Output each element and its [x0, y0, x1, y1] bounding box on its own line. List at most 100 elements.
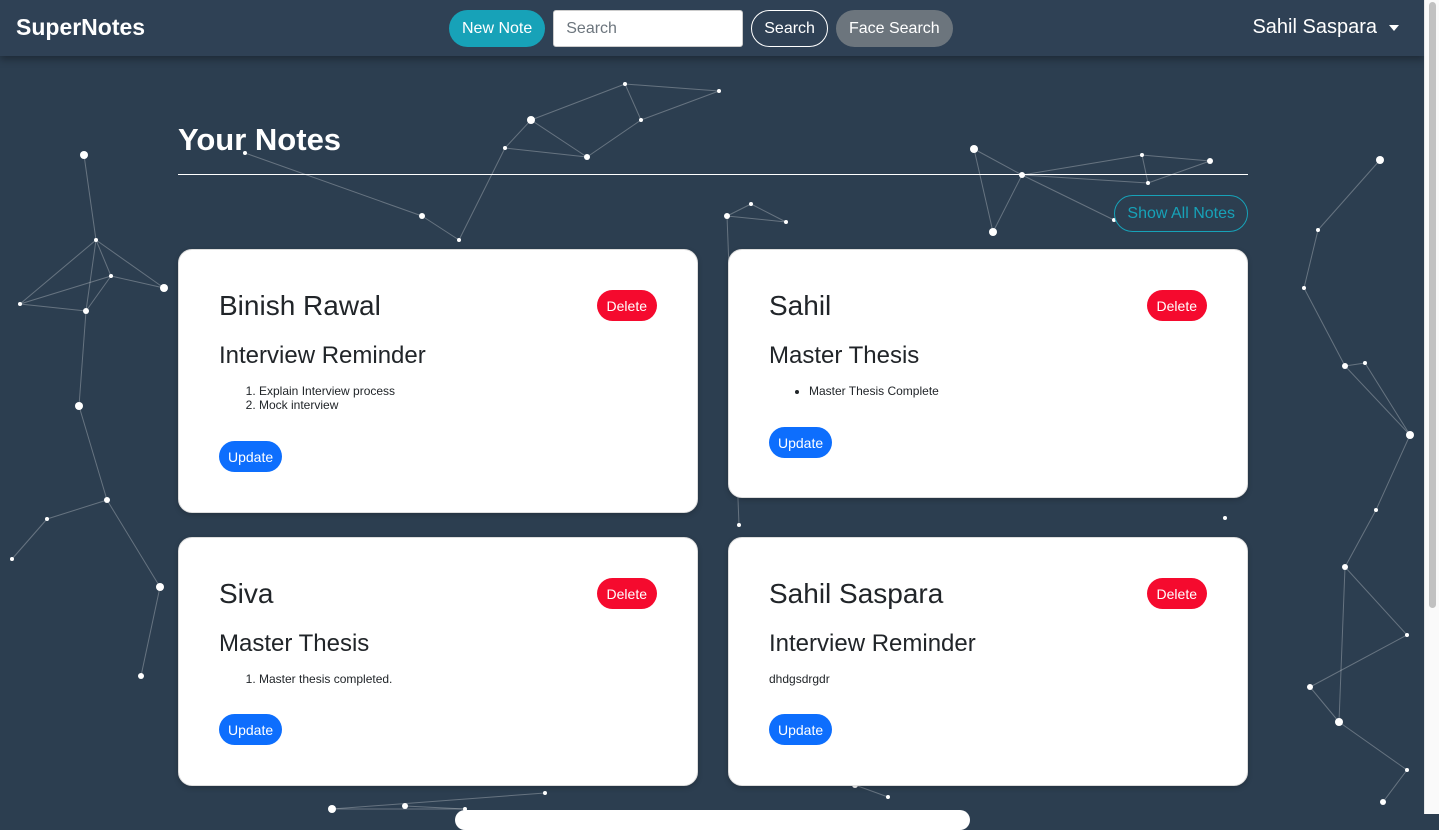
scrollbar[interactable]	[1424, 0, 1439, 814]
update-button[interactable]: Update	[769, 427, 833, 458]
network-line	[1344, 365, 1411, 436]
network-node	[138, 673, 144, 679]
update-button[interactable]: Update	[219, 441, 283, 472]
network-node	[543, 791, 547, 795]
network-node	[1374, 508, 1378, 512]
network-node	[784, 220, 788, 224]
delete-button[interactable]: Delete	[596, 290, 657, 321]
network-node	[527, 116, 535, 124]
network-line	[85, 239, 97, 312]
network-node	[1363, 361, 1367, 365]
update-button[interactable]: Update	[769, 714, 833, 745]
network-node	[717, 89, 721, 93]
note-author: Siva	[219, 578, 274, 609]
note-author: Binish Rawal	[219, 290, 381, 321]
note-author: Sahil Saspara	[769, 578, 944, 609]
network-line	[19, 275, 112, 305]
scrollbar-thumb[interactable]	[1429, 2, 1436, 608]
note-list-item: Master Thesis Complete	[809, 384, 1207, 398]
brand-logo[interactable]: SuperNotes	[16, 14, 145, 41]
network-line	[140, 586, 161, 677]
network-node	[18, 302, 22, 306]
network-node	[104, 497, 110, 503]
delete-button[interactable]: Delete	[596, 578, 657, 609]
network-line	[1364, 362, 1411, 436]
title-divider	[178, 174, 1248, 175]
network-node	[749, 202, 753, 206]
footer-panel-edge	[455, 810, 970, 830]
network-line	[624, 83, 642, 121]
network-node	[402, 803, 408, 809]
network-line	[244, 152, 423, 217]
note-list-item: Explain Interview process	[259, 384, 657, 398]
network-line	[504, 119, 532, 149]
network-node	[1019, 172, 1025, 178]
network-node	[160, 284, 168, 292]
note-list-item: Master thesis completed.	[259, 672, 657, 686]
note-title: Master Thesis	[769, 342, 920, 369]
network-node	[989, 228, 997, 236]
network-line	[1344, 509, 1377, 568]
note-title: Interview Reminder	[769, 630, 976, 657]
network-node	[80, 151, 88, 159]
search-button[interactable]: Search	[751, 10, 828, 47]
new-note-button[interactable]: New Note	[449, 10, 546, 47]
network-line	[1338, 721, 1408, 771]
network-node	[1146, 181, 1150, 185]
network-node	[1380, 799, 1386, 805]
network-line	[854, 784, 889, 798]
network-node	[328, 805, 336, 813]
network-node	[503, 146, 507, 150]
network-line	[83, 154, 97, 241]
network-node	[1406, 431, 1414, 439]
network-line	[1344, 362, 1366, 367]
network-node	[83, 308, 89, 314]
network-line	[1303, 287, 1346, 367]
network-line	[973, 148, 1023, 176]
network-line	[1141, 154, 1149, 184]
show-all-notes-button[interactable]: Show All Notes	[1114, 195, 1248, 232]
network-line	[1021, 174, 1115, 221]
network-node	[109, 274, 113, 278]
network-line	[1303, 229, 1319, 289]
network-node	[10, 557, 14, 561]
note-content-list: Explain Interview process Mock interview	[219, 384, 657, 412]
network-node	[1342, 564, 1348, 570]
network-node	[970, 145, 978, 153]
delete-button[interactable]: Delete	[1146, 290, 1207, 321]
network-line	[106, 499, 161, 588]
face-search-button[interactable]: Face Search	[835, 10, 953, 47]
caret-down-icon	[1389, 24, 1399, 31]
network-node	[724, 213, 730, 219]
network-line	[19, 303, 87, 312]
network-line	[992, 174, 1023, 233]
network-line	[331, 792, 546, 810]
search-input[interactable]	[553, 10, 744, 47]
network-line	[726, 203, 752, 217]
network-line	[640, 90, 720, 121]
note-content-text: dhdgsdrgdr	[769, 672, 830, 686]
page-title: Your Notes	[178, 122, 342, 157]
network-line	[530, 83, 626, 121]
network-line	[1317, 159, 1381, 231]
network-node	[419, 213, 425, 219]
user-menu-dropdown[interactable]: Sahil Saspara	[1252, 16, 1399, 39]
network-line	[78, 310, 87, 407]
network-node	[1307, 684, 1313, 690]
network-node	[584, 154, 590, 160]
network-node	[1207, 158, 1213, 164]
note-author: Sahil	[769, 290, 832, 321]
network-node	[1342, 363, 1348, 369]
network-node	[94, 238, 98, 242]
network-node	[886, 795, 890, 799]
note-card: Siva Delete Master Thesis Master thesis …	[178, 537, 698, 786]
note-title: Interview Reminder	[219, 342, 426, 369]
update-button[interactable]: Update	[219, 714, 283, 745]
network-line	[1021, 174, 1149, 184]
network-node	[639, 118, 643, 122]
note-content-list: Master Thesis Complete	[769, 384, 1207, 398]
delete-button[interactable]: Delete	[1146, 578, 1207, 609]
network-line	[1338, 566, 1346, 723]
network-line	[78, 405, 108, 501]
note-card: Sahil Saspara Delete Interview Reminder …	[728, 537, 1248, 786]
